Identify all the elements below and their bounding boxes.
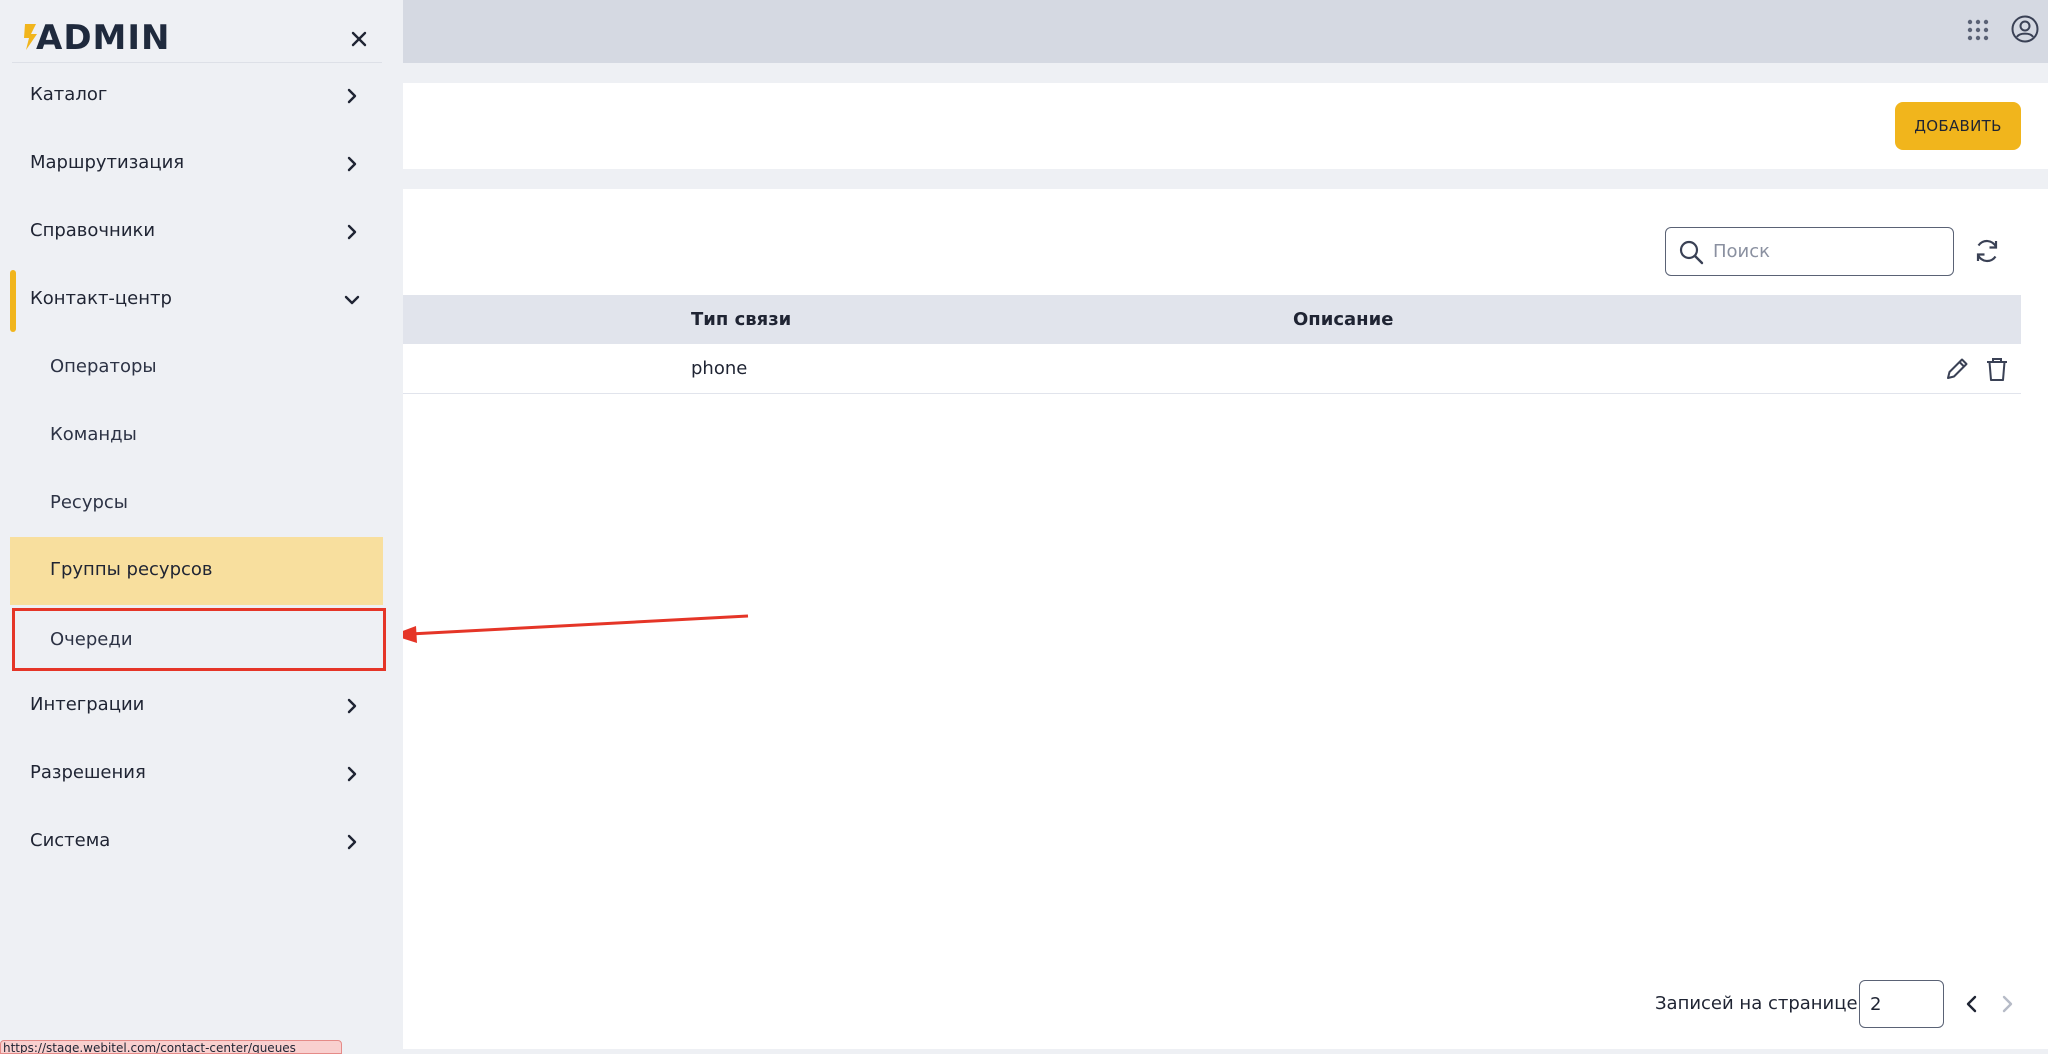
add-button[interactable]: ДОБАВИТЬ — [1895, 102, 2021, 150]
sidebar-subitem-label: Операторы — [50, 356, 157, 377]
table-row[interactable]: phone — [380, 344, 2021, 394]
sidebar-item-label: Справочники — [30, 220, 156, 241]
chevron-right-icon — [347, 88, 357, 104]
close-icon[interactable] — [348, 28, 370, 50]
per-page-input[interactable] — [1859, 980, 1944, 1028]
sidebar-subitem-label: Ресурсы — [50, 492, 129, 513]
sidebar-item-label: Система — [30, 830, 111, 851]
search-field[interactable] — [1665, 227, 1954, 276]
sidebar-item-permissions[interactable]: Разрешения — [10, 742, 383, 806]
sidebar-item-routing[interactable]: Маршрутизация — [10, 132, 383, 196]
sidebar-item-label: Контакт-центр — [30, 288, 172, 309]
apps-grid-icon[interactable] — [1966, 18, 1990, 42]
sidebar-item-label: Разрешения — [30, 762, 146, 783]
search-input[interactable] — [1713, 236, 1943, 266]
chevron-down-icon — [344, 295, 360, 305]
sidebar: ADMIN Каталог Маршрутизация Справочники … — [0, 0, 403, 1054]
table-header: Тип связи Описание — [380, 295, 2021, 344]
cell-type: phone — [691, 358, 748, 379]
sidebar-subitem-teams[interactable]: Команды — [10, 402, 383, 468]
refresh-icon[interactable] — [1972, 236, 2002, 266]
annotation-highlight-box — [12, 608, 386, 671]
trash-icon[interactable] — [1983, 355, 2011, 383]
user-account-icon[interactable] — [2010, 14, 2040, 44]
per-page-label: Записей на странице: — [1655, 993, 1864, 1014]
sidebar-subitem-label: Команды — [50, 424, 137, 445]
sidebar-subitem-resource-groups[interactable]: Группы ресурсов — [10, 537, 383, 605]
chevron-right-icon[interactable] — [1993, 990, 2021, 1018]
sidebar-divider — [12, 62, 382, 63]
chevron-right-icon — [347, 766, 357, 782]
sidebar-item-integrations[interactable]: Интеграции — [10, 674, 383, 738]
annotation-arrow — [392, 614, 749, 643]
sidebar-item-contact-center[interactable]: Контакт-центр — [10, 268, 383, 332]
search-icon — [1679, 240, 1704, 265]
column-header-description[interactable]: Описание — [1293, 309, 1393, 330]
chevron-right-icon — [347, 156, 357, 172]
chevron-right-icon — [347, 224, 357, 240]
sidebar-subitem-operators[interactable]: Операторы — [10, 334, 383, 400]
edit-pencil-icon[interactable] — [1943, 355, 1971, 383]
sidebar-item-label: Каталог — [30, 84, 108, 105]
chevron-right-icon — [347, 698, 357, 714]
column-header-type[interactable]: Тип связи — [691, 309, 791, 330]
status-url-tooltip: https://stage.webitel.com/contact-center… — [0, 1040, 342, 1054]
sidebar-subitem-label: Группы ресурсов — [50, 559, 213, 580]
chevron-left-icon[interactable] — [1958, 990, 1986, 1018]
sidebar-item-system[interactable]: Система — [10, 810, 383, 874]
active-indicator — [10, 270, 16, 332]
sidebar-item-catalog[interactable]: Каталог — [10, 64, 383, 128]
logo-text: ADMIN — [36, 18, 171, 58]
sidebar-item-directories[interactable]: Справочники — [10, 200, 383, 264]
page-header — [380, 83, 2048, 169]
sidebar-item-label: Интеграции — [30, 694, 145, 715]
sidebar-subitem-resources[interactable]: Ресурсы — [10, 470, 383, 536]
sidebar-item-label: Маршрутизация — [30, 152, 185, 173]
chevron-right-icon — [347, 834, 357, 850]
